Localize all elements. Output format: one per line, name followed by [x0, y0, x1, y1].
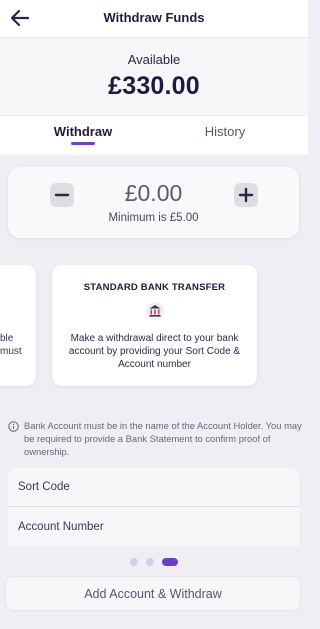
carousel-dot[interactable]	[146, 558, 154, 566]
account-number-field[interactable]: Account Number	[8, 508, 299, 547]
card-title: STANDARD BANK TRANSFER	[83, 282, 226, 293]
active-tab-indicator	[71, 142, 95, 145]
bank-icon	[146, 301, 164, 321]
payment-method-card-bank-transfer[interactable]: STANDARD BANK TRANSFER Make a withdrawal…	[52, 265, 257, 386]
tab-history[interactable]: History	[182, 124, 268, 139]
carousel-dot[interactable]	[130, 558, 138, 566]
plus-icon	[238, 187, 254, 203]
withdraw-funds-screen: Withdraw Funds Available £330.00 Withdra…	[0, 0, 308, 629]
add-account-withdraw-button[interactable]: Add Account & Withdraw	[5, 576, 301, 611]
sort-code-field[interactable]: Sort Code	[8, 468, 299, 507]
account-holder-notice: Bank Account must be in the name of the …	[24, 420, 302, 457]
tab-withdraw[interactable]: Withdraw	[40, 124, 126, 139]
card-description: Make a withdrawal direct to your bank ac…	[68, 333, 241, 370]
page-title: Withdraw Funds	[103, 10, 205, 25]
bank-details-form: Sort Code Account Number	[8, 468, 299, 546]
increase-amount-button[interactable]	[234, 183, 258, 207]
account-number-placeholder: Account Number	[18, 521, 104, 533]
balance-section: Available £330.00	[0, 39, 308, 115]
payment-method-card-previous[interactable]: ble must	[0, 265, 36, 386]
minimum-amount-note: Minimum is £5.00	[108, 212, 199, 224]
card-text-fragment: ble	[0, 333, 14, 344]
header-bar: Withdraw Funds	[0, 0, 308, 38]
balance-label: Available	[127, 52, 181, 67]
amount-stepper: £0.00 Minimum is £5.00	[8, 167, 299, 238]
balance-amount: £330.00	[108, 72, 200, 100]
info-icon	[8, 421, 19, 432]
card-text-fragment: must	[0, 346, 22, 357]
tab-bar: Withdraw History	[0, 115, 308, 155]
sort-code-placeholder: Sort Code	[18, 481, 70, 493]
carousel-dot-active[interactable]	[162, 558, 178, 566]
